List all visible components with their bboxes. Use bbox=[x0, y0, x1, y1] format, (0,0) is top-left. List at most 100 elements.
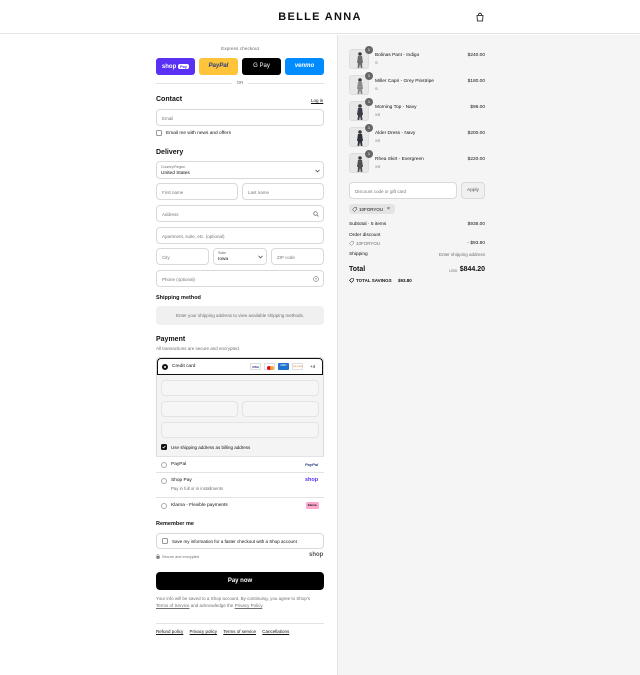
terms-link[interactable]: Terms of Service bbox=[156, 603, 190, 608]
more-cards-count: +4 bbox=[310, 364, 316, 369]
google-pay-button[interactable]: G Pay bbox=[242, 58, 281, 75]
first-name-field[interactable]: First name bbox=[156, 183, 238, 200]
klarna-option[interactable]: Klarna - Flexible payments Klarna. bbox=[156, 497, 324, 513]
apartment-placeholder: Apartment, suite, etc. (optional) bbox=[162, 234, 225, 239]
secure-label: Secure and encrypted bbox=[162, 555, 200, 559]
remove-discount-icon[interactable]: × bbox=[387, 206, 390, 212]
shop-pay-button[interactable]: shop Pay bbox=[156, 58, 195, 75]
last-name-field[interactable]: Last name bbox=[242, 183, 324, 200]
shop-pay-option[interactable]: Shop Pay Pay in full or in installments … bbox=[156, 472, 324, 497]
address-placeholder: Address bbox=[162, 212, 179, 217]
country-label: Country/Region bbox=[161, 165, 186, 169]
klarna-radio[interactable] bbox=[161, 503, 167, 509]
state-value: Iowa bbox=[218, 257, 229, 262]
state-select[interactable]: State Iowa bbox=[213, 248, 267, 265]
quantity-badge: 1 bbox=[365, 46, 373, 54]
delivery-title: Delivery bbox=[156, 149, 184, 156]
quantity-badge: 1 bbox=[365, 98, 373, 106]
shop-pay-tag: Pay bbox=[177, 64, 190, 69]
chevron-down-icon bbox=[315, 169, 320, 173]
card-form: Use shipping address as billing address bbox=[157, 375, 323, 457]
total-savings-value: $93.80 bbox=[398, 278, 412, 283]
address-field[interactable]: Address bbox=[156, 205, 324, 222]
credit-card-radio[interactable] bbox=[162, 364, 168, 370]
zip-placeholder: ZIP code bbox=[277, 255, 295, 260]
brand-logo[interactable]: BELLE ANNA bbox=[0, 11, 640, 23]
chevron-down-icon bbox=[258, 255, 263, 259]
zip-field[interactable]: ZIP code bbox=[271, 248, 324, 265]
refund-policy-link[interactable]: Refund policy bbox=[156, 629, 183, 634]
pay-now-button[interactable]: Pay now bbox=[156, 572, 324, 590]
legal-period: . bbox=[262, 603, 264, 608]
discount-tag: 10FORYOU × bbox=[349, 204, 395, 214]
apply-button[interactable]: Apply bbox=[461, 182, 485, 199]
item-variant: XS bbox=[375, 112, 381, 117]
country-value: United States bbox=[161, 171, 190, 176]
venmo-button[interactable]: venmo bbox=[285, 58, 324, 75]
discount-field[interactable]: Discount code or gift card bbox=[349, 182, 457, 199]
shop-pay-logo: shop bbox=[305, 477, 319, 483]
item-name: Miller Capri - Grey Pinstripe bbox=[375, 79, 434, 84]
item-price: $98.00 bbox=[470, 105, 485, 110]
item-name: Rhea Skirt - Evergreen bbox=[375, 157, 424, 162]
terms-of-service-link[interactable]: Terms of service bbox=[223, 629, 256, 634]
cancellations-link[interactable]: Cancellations bbox=[262, 629, 289, 634]
order-discount-label: Order discount bbox=[349, 233, 381, 238]
login-link[interactable]: Log in bbox=[311, 98, 323, 103]
quantity-badge: 1 bbox=[365, 124, 373, 132]
shipping-placeholder: Enter your shipping address to view avai… bbox=[156, 306, 324, 325]
apartment-field[interactable]: Apartment, suite, etc. (optional) bbox=[156, 227, 324, 244]
city-placeholder: City bbox=[162, 255, 170, 260]
paypal-button[interactable]: PayPal bbox=[199, 58, 238, 75]
applied-discount-code: 10FORYOU bbox=[356, 241, 381, 246]
tag-icon bbox=[349, 241, 354, 246]
klarna-label: Klarna - Flexible payments bbox=[171, 503, 228, 508]
security-code-field[interactable] bbox=[242, 401, 319, 417]
privacy-policy-link[interactable]: Privacy policy bbox=[190, 629, 218, 634]
phone-placeholder: Phone (optional) bbox=[162, 277, 196, 282]
billing-checkbox[interactable] bbox=[161, 444, 167, 450]
shop-pay-radio[interactable] bbox=[161, 478, 167, 484]
or-label: OR bbox=[232, 80, 248, 85]
email-field[interactable]: Email bbox=[156, 109, 324, 126]
credit-card-option[interactable]: Credit card VISA AMEX DISCOVER +4 bbox=[157, 358, 323, 375]
paypal-logo: PayPal bbox=[305, 462, 319, 467]
state-label: State bbox=[218, 251, 227, 255]
item-variant: S bbox=[375, 60, 378, 65]
shopping-bag-icon[interactable] bbox=[475, 12, 485, 22]
privacy-link[interactable]: Privacy Policy bbox=[235, 603, 263, 608]
lock-icon bbox=[156, 554, 160, 559]
phone-field[interactable]: Phone (optional) ? bbox=[156, 270, 324, 287]
subtotal-label: Subtotal · 5 items bbox=[349, 222, 387, 227]
footer-links: Refund policy Privacy policy Terms of se… bbox=[156, 629, 289, 634]
discount-code: 10FORYOU bbox=[359, 206, 384, 212]
news-checkbox[interactable] bbox=[156, 130, 162, 136]
save-info-label: Save my information for a faster checkou… bbox=[172, 539, 297, 544]
news-label: Email me with news and offers bbox=[166, 131, 231, 136]
visa-icon: VISA bbox=[250, 363, 261, 370]
city-field[interactable]: City bbox=[156, 248, 209, 265]
shipping-label: Shipping bbox=[349, 252, 368, 257]
site-header: BELLE ANNA bbox=[0, 0, 640, 34]
expiration-field[interactable] bbox=[161, 401, 238, 417]
quantity-badge: 1 bbox=[365, 150, 373, 158]
country-select[interactable]: Country/Region United States bbox=[156, 161, 324, 179]
klarna-logo: Klarna. bbox=[306, 502, 319, 509]
item-name: Bolinas Pant - Indigo bbox=[375, 53, 420, 58]
express-checkout-label: Express checkout bbox=[221, 47, 259, 52]
remember-option[interactable]: Save my information for a faster checkou… bbox=[156, 533, 324, 549]
paypal-radio[interactable] bbox=[161, 462, 167, 468]
shop-logo: shop bbox=[309, 552, 324, 558]
shipping-method-title: Shipping method bbox=[156, 295, 201, 301]
quantity-badge: 1 bbox=[365, 72, 373, 80]
amex-icon: AMEX bbox=[278, 363, 289, 370]
help-icon[interactable]: ? bbox=[313, 276, 319, 282]
paypal-option[interactable]: PayPal PayPal bbox=[156, 456, 324, 472]
save-info-checkbox[interactable] bbox=[162, 538, 168, 544]
card-number-field[interactable] bbox=[161, 380, 319, 396]
total-savings-label: TOTAL SAVINGS bbox=[356, 278, 392, 283]
legal-text: Your info will be saved to a Shop accoun… bbox=[156, 595, 324, 609]
item-name: Morning Top - Navy bbox=[375, 105, 417, 110]
name-on-card-field[interactable] bbox=[161, 422, 319, 438]
item-variant: S bbox=[375, 86, 378, 91]
